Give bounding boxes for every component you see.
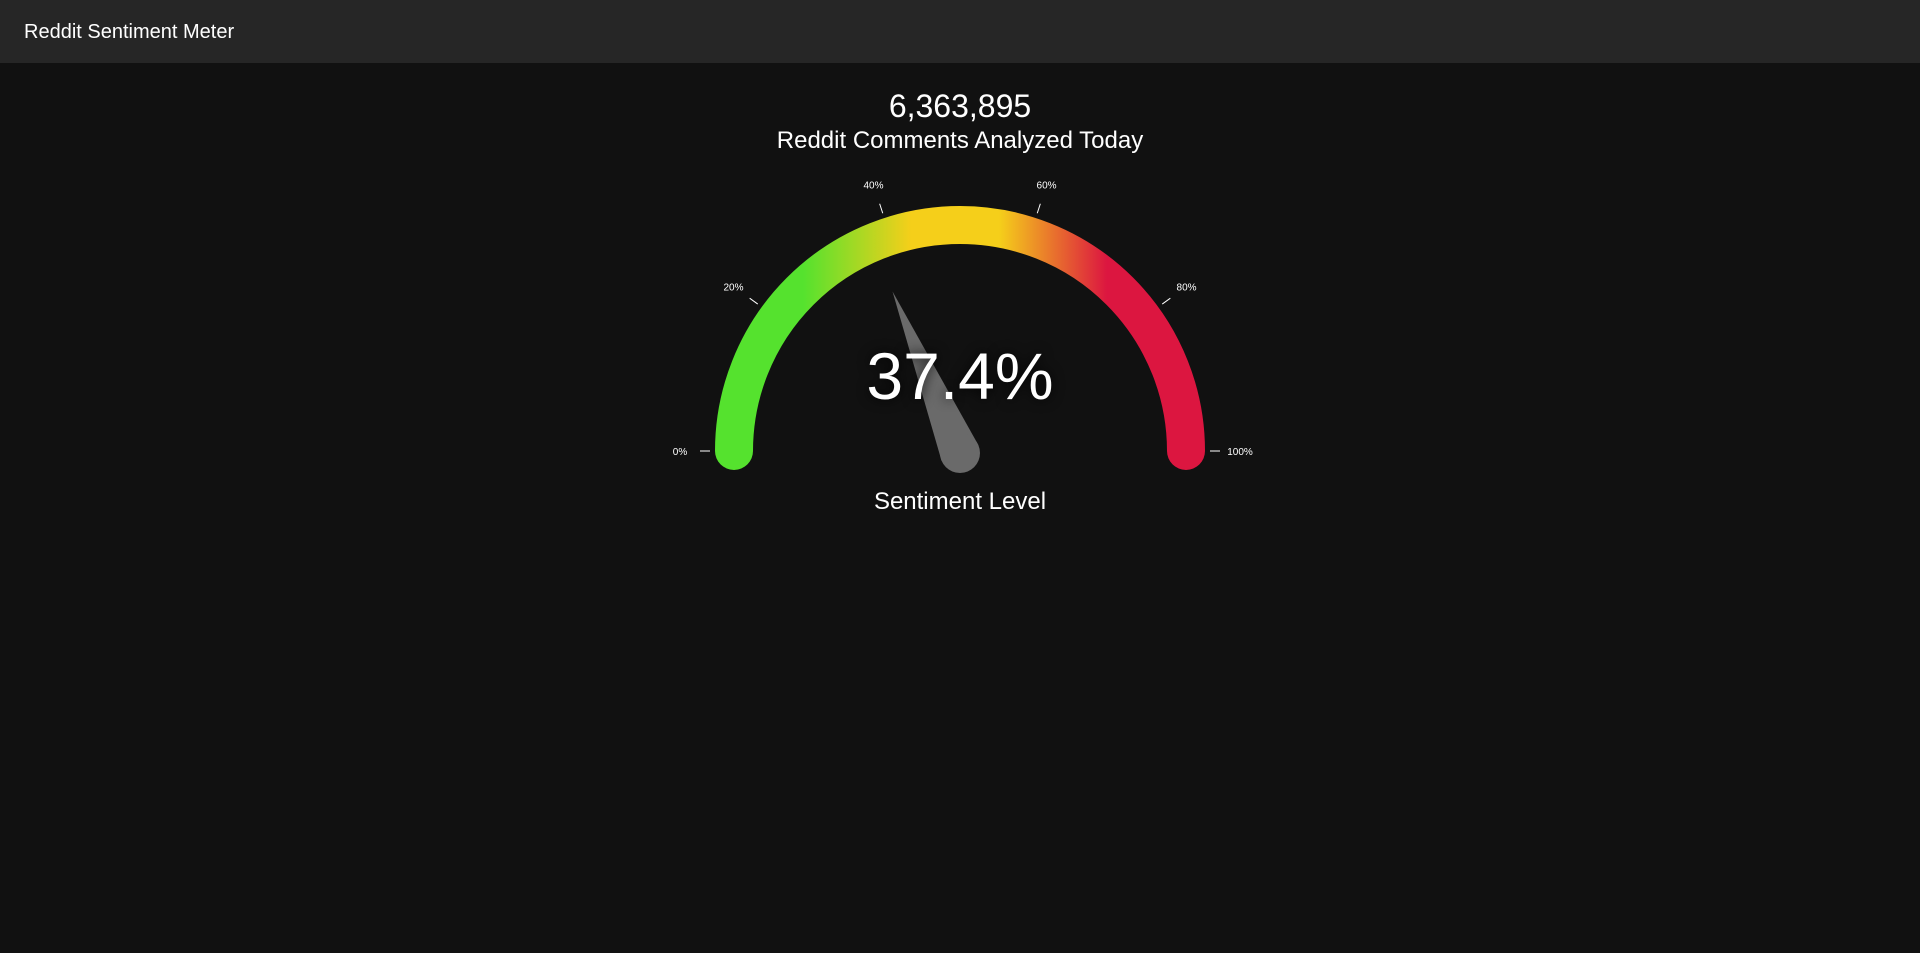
gauge-tick-mark <box>879 203 884 214</box>
gauge-tick-label: 60% <box>1037 181 1057 192</box>
sentiment-gauge: 0% 20% 40% 60% 80% 100% <box>660 180 1260 480</box>
gauge-tick-mark <box>1161 297 1171 305</box>
app-title: Reddit Sentiment Meter <box>24 21 235 43</box>
comment-count: 6,363,895 <box>888 88 1032 124</box>
gauge-tick-label: 20% <box>723 282 743 293</box>
gauge-tick-mark <box>1036 203 1041 214</box>
gauge-label: Sentiment Level <box>873 488 1047 515</box>
gauge-tick-label: 100% <box>1227 447 1253 458</box>
comment-count-label: Reddit Comments Analyzed Today <box>776 127 1144 154</box>
gauge-needle-hub <box>940 433 980 473</box>
gauge-tick-label: 0% <box>673 447 688 458</box>
gauge-tick-mark <box>749 297 759 305</box>
top-bar: Reddit Sentiment Meter <box>0 0 1920 63</box>
gauge-tick-label: 40% <box>863 181 883 192</box>
gauge-svg: 0% 20% 40% 60% 80% 100% <box>673 181 1253 473</box>
gauge-tick-label: 80% <box>1177 282 1197 293</box>
gauge-value: 37.4% <box>866 339 1054 413</box>
